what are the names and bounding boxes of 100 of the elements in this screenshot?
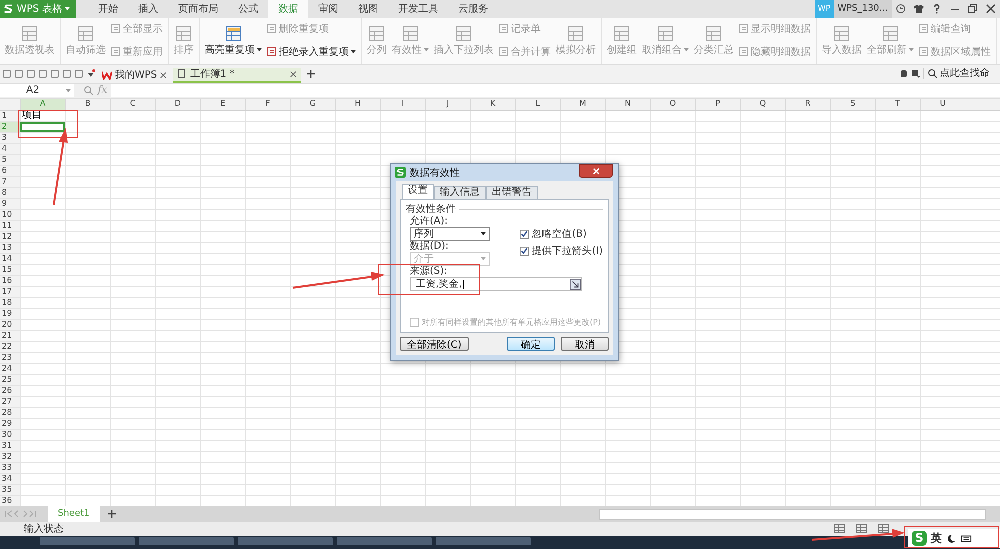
ribbon-button[interactable]: 拒绝录入重复项 <box>265 44 358 60</box>
search-icon[interactable] <box>84 86 94 96</box>
add-sheet-icon[interactable] <box>106 509 117 520</box>
row-header[interactable]: 33 <box>0 462 20 473</box>
row-header[interactable]: 17 <box>0 286 20 297</box>
dialog-button[interactable]: 确定 <box>507 337 555 351</box>
row-header[interactable]: 11 <box>0 220 20 231</box>
ribbon-tab[interactable]: 页面布局 <box>168 0 228 18</box>
toolbar-icon[interactable] <box>899 68 909 79</box>
row-header[interactable]: 25 <box>0 374 20 385</box>
column-header[interactable]: N <box>605 98 650 110</box>
row-header[interactable]: 29 <box>0 418 20 429</box>
ribbon-tab[interactable]: 开发工具 <box>388 0 448 18</box>
column-header[interactable]: G <box>290 98 335 110</box>
toolbar-icon[interactable] <box>911 68 921 79</box>
row-header[interactable]: 6 <box>0 166 20 176</box>
dialog-tab[interactable]: 输入信息 <box>434 186 486 199</box>
row-header[interactable]: 22 <box>0 342 20 352</box>
view-mode-icon[interactable] <box>834 524 846 534</box>
new-tab-icon[interactable] <box>306 68 316 79</box>
column-header[interactable]: H <box>335 98 380 110</box>
row-header[interactable]: 12 <box>0 232 20 242</box>
column-header[interactable]: B <box>65 98 110 110</box>
ribbon-tab[interactable]: 开始 <box>88 0 128 18</box>
taskbar-button[interactable] <box>238 537 333 546</box>
close-icon[interactable] <box>986 4 996 14</box>
row-header[interactable]: 28 <box>0 408 20 418</box>
moon-icon[interactable] <box>946 534 957 544</box>
ribbon-tab[interactable]: 数据 <box>268 0 308 18</box>
row-header[interactable]: 35 <box>0 484 20 495</box>
column-header[interactable]: M <box>560 98 605 110</box>
dialog-button[interactable]: 全部清除(C) <box>400 337 469 351</box>
column-header[interactable]: P <box>695 98 740 110</box>
row-header[interactable]: 4 <box>0 144 20 154</box>
document-tab[interactable]: 我的WPS <box>98 68 172 83</box>
ribbon-tab[interactable]: 视图 <box>348 0 388 18</box>
taskbar-button[interactable] <box>436 537 531 546</box>
column-header[interactable]: R <box>785 98 830 110</box>
row-header[interactable]: 8 <box>0 188 20 198</box>
column-header[interactable]: D <box>155 98 200 110</box>
view-mode-icon[interactable] <box>878 524 890 534</box>
clock-icon[interactable] <box>896 4 906 14</box>
row-header[interactable]: 9 <box>0 198 20 209</box>
column-header[interactable]: J <box>425 98 470 110</box>
sheet-tab[interactable]: Sheet1 <box>48 506 100 522</box>
column-header[interactable]: O <box>650 98 695 110</box>
row-header[interactable]: 32 <box>0 452 20 462</box>
help-icon[interactable] <box>932 4 942 14</box>
shirt-icon[interactable] <box>914 4 924 14</box>
restore-icon[interactable] <box>968 4 978 14</box>
row-header[interactable]: 36 <box>0 496 20 506</box>
row-header[interactable]: 10 <box>0 210 20 220</box>
selected-cell[interactable] <box>20 122 65 132</box>
ribbon-tab[interactable]: 审阅 <box>308 0 348 18</box>
app-menu-button[interactable]: WPS 表格 <box>0 0 76 18</box>
source-field[interactable]: 工资,奖金, <box>410 277 582 291</box>
range-picker-icon[interactable] <box>570 278 581 290</box>
column-header[interactable]: U <box>920 98 965 110</box>
taskbar-button[interactable] <box>139 537 234 546</box>
account-name[interactable]: WPS_130... <box>834 0 892 18</box>
column-header[interactable]: C <box>110 98 155 110</box>
row-header[interactable]: 15 <box>0 264 20 275</box>
column-header[interactable]: S <box>830 98 875 110</box>
keyboard-icon[interactable] <box>961 534 972 544</box>
view-mode-icon[interactable] <box>856 524 868 534</box>
column-header[interactable]: L <box>515 98 560 110</box>
row-header[interactable]: 20 <box>0 320 20 330</box>
row-header[interactable]: 24 <box>0 364 20 374</box>
dialog-tab[interactable]: 设置 <box>402 184 434 199</box>
ime-mode[interactable]: 英 <box>931 531 942 546</box>
allow-dropdown[interactable]: 序列 <box>410 227 490 241</box>
ribbon-tab[interactable]: 云服务 <box>448 0 498 18</box>
horizontal-scrollbar[interactable] <box>599 508 986 520</box>
row-header[interactable]: 27 <box>0 396 20 407</box>
close-icon[interactable] <box>290 70 298 78</box>
column-header[interactable]: E <box>200 98 245 110</box>
checkbox[interactable] <box>520 230 530 238</box>
name-box[interactable]: A2 <box>0 84 74 98</box>
ribbon-button[interactable]: 高亮重复项 <box>203 22 264 59</box>
row-header[interactable]: 13 <box>0 242 20 253</box>
row-header[interactable]: 5 <box>0 154 20 165</box>
row-header[interactable]: 7 <box>0 176 20 187</box>
column-header[interactable]: I <box>380 98 425 110</box>
checkbox[interactable] <box>520 246 530 256</box>
customize-icon[interactable] <box>86 68 96 79</box>
row-header[interactable]: 23 <box>0 352 20 363</box>
ribbon-tab[interactable]: 插入 <box>128 0 168 18</box>
taskbar-button[interactable] <box>337 537 432 546</box>
column-header[interactable]: T <box>875 98 920 110</box>
dialog-tab[interactable]: 出错警告 <box>486 186 538 199</box>
row-header[interactable]: 34 <box>0 474 20 484</box>
formula-field[interactable] <box>111 84 1000 98</box>
row-header[interactable]: 31 <box>0 440 20 451</box>
column-header[interactable]: F <box>245 98 290 110</box>
column-header[interactable]: K <box>470 98 515 110</box>
row-header[interactable]: 21 <box>0 330 20 341</box>
close-button[interactable] <box>579 164 613 178</box>
row-header[interactable]: 26 <box>0 386 20 396</box>
document-tab[interactable]: 工作簿1 * <box>173 68 302 83</box>
row-header[interactable]: 16 <box>0 276 20 286</box>
